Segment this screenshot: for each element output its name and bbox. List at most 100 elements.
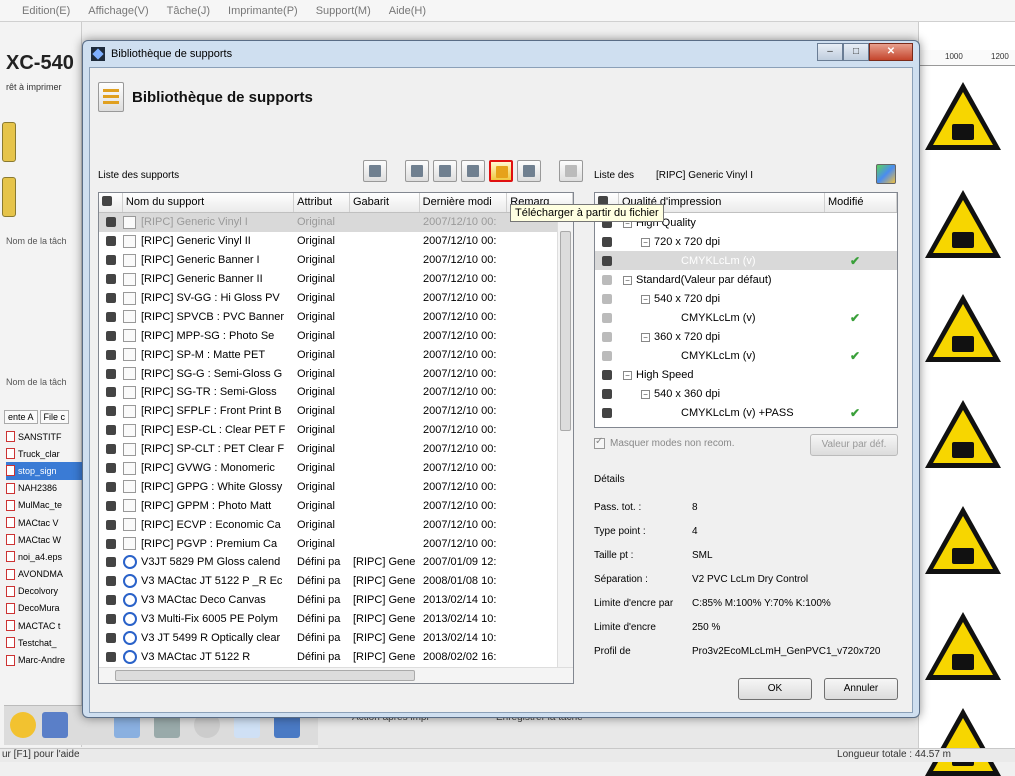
visibility-cell[interactable] — [99, 368, 123, 379]
tree-collapse-icon[interactable]: − — [641, 389, 650, 399]
visibility-cell[interactable] — [595, 388, 619, 399]
media-row[interactable]: [RIPC] ESP-CL : Clear PET F Original 2007/… — [99, 421, 573, 440]
file-list-item[interactable]: Marc-Andre — [6, 651, 82, 668]
visibility-cell[interactable] — [99, 255, 123, 266]
load-from-file-button[interactable] — [489, 160, 513, 182]
visibility-cell[interactable] — [99, 311, 123, 322]
file-list-item[interactable]: noi_a4.eps — [6, 548, 82, 565]
tab-job-file[interactable]: File c — [39, 410, 70, 424]
media-row[interactable]: [RIPC] Generic Banner I Original 2007/12/1… — [99, 251, 573, 270]
new-media-button[interactable] — [363, 160, 387, 182]
save-media-button[interactable] — [461, 160, 485, 182]
maximize-button[interactable]: □ — [843, 43, 869, 61]
file-list-item[interactable]: Testchat_ — [6, 634, 82, 651]
visibility-cell[interactable] — [595, 369, 619, 380]
column-header-attribute[interactable]: Attribut — [294, 193, 350, 212]
tab-job-a[interactable]: ente A — [4, 410, 38, 424]
column-header-last-modified[interactable]: Dernière modi — [420, 193, 508, 212]
tree-collapse-icon[interactable]: − — [623, 275, 632, 285]
visibility-cell[interactable] — [99, 538, 123, 549]
quality-row[interactable]: CMYKLcLm (v) ✔ — [595, 308, 897, 327]
visibility-cell[interactable] — [99, 463, 123, 474]
media-row[interactable]: [RIPC] SFPLF : Front Print B Original 2007… — [99, 402, 573, 421]
media-row[interactable]: V3JT 5829 PM Gloss calend Défini pa [RIPC]… — [99, 553, 573, 572]
media-row[interactable]: [RIPC] PGVP : Premium Ca Original 2007/12/… — [99, 534, 573, 553]
menu-item[interactable]: Imprimante(P) — [228, 5, 298, 17]
menu-item[interactable]: Support(M) — [316, 5, 371, 17]
media-row[interactable]: [RIPC] SG-G : Semi-Gloss G Original 2007/1… — [99, 364, 573, 383]
media-row[interactable]: [RIPC] GPPM : Photo Matt Original 2007/12/… — [99, 496, 573, 515]
close-button[interactable]: ✕ — [869, 43, 913, 61]
quality-row[interactable]: CMYKLcLm (v) +PASS ✔ — [595, 403, 897, 422]
delete-media-button[interactable] — [559, 160, 583, 182]
media-row[interactable]: [RIPC] MPP-SG : Photo Se Original 2007/12/… — [99, 326, 573, 345]
visibility-cell[interactable] — [595, 274, 619, 285]
visibility-cell[interactable] — [99, 500, 123, 511]
visibility-cell[interactable] — [99, 633, 123, 644]
ok-button[interactable]: OK — [738, 678, 812, 700]
visibility-cell[interactable] — [99, 425, 123, 436]
visibility-cell[interactable] — [99, 217, 123, 228]
media-row[interactable]: V3 MACtac JT 5122 R Défini pa [RIPC] Gene 2… — [99, 647, 573, 666]
checkbox[interactable] — [594, 436, 605, 449]
visibility-cell[interactable] — [99, 406, 123, 417]
file-list-item[interactable]: MACtac W — [6, 531, 82, 548]
visibility-cell[interactable] — [99, 387, 123, 398]
file-list-item[interactable]: stop_sign — [6, 462, 82, 480]
media-row[interactable]: [RIPC] SV-GG : Hi Gloss PV Original 2007/1… — [99, 289, 573, 308]
media-row[interactable]: V3 MACtac JT 5122 P _R Ec Défini pa [RIPC]… — [99, 572, 573, 591]
print-icon[interactable] — [42, 712, 68, 738]
visibility-cell[interactable] — [595, 331, 619, 342]
quality-row[interactable]: CMYKLcLm (v) ✔ — [595, 251, 897, 270]
tree-collapse-icon[interactable]: − — [623, 370, 632, 380]
media-row[interactable]: [RIPC] Generic Vinyl I Original 2007/12/10… — [99, 213, 573, 232]
edit-media-button[interactable] — [405, 160, 429, 182]
menu-item[interactable]: Tâche(J) — [167, 5, 210, 17]
visibility-cell[interactable] — [99, 481, 123, 492]
file-list-item[interactable]: DecoMura — [6, 600, 82, 617]
column-header-template[interactable]: Gabarit — [350, 193, 420, 212]
visibility-cell[interactable] — [595, 236, 619, 247]
media-row[interactable]: [RIPC] GPPG : White Glossy Original 2007/1… — [99, 477, 573, 496]
quality-row[interactable]: −360 x 720 dpi — [595, 327, 897, 346]
visibility-cell[interactable] — [99, 651, 123, 662]
visibility-cell[interactable] — [99, 330, 123, 341]
cancel-button[interactable]: Annuler — [824, 678, 898, 700]
visibility-cell[interactable] — [595, 350, 619, 361]
visibility-cell[interactable] — [99, 576, 123, 587]
media-row[interactable]: [RIPC] Generic Banner II Original 2007/12/… — [99, 270, 573, 289]
file-list-item[interactable]: MACtac V — [6, 514, 82, 531]
visibility-cell[interactable] — [99, 444, 123, 455]
file-list-item[interactable]: MulMac_te — [6, 497, 82, 514]
quality-row[interactable]: − Standard(Valeur par défaut) — [595, 270, 897, 289]
color-adjust-icon[interactable] — [876, 164, 896, 184]
copy-media-button[interactable] — [433, 160, 457, 182]
visibility-cell[interactable] — [595, 312, 619, 323]
visibility-cell[interactable] — [99, 557, 123, 568]
media-row[interactable]: [RIPC] Generic Vinyl II Original 2007/12/1… — [99, 232, 573, 251]
media-row[interactable]: V3 MACtac Deco Canvas Défini pa [RIPC] Gen… — [99, 591, 573, 610]
media-row[interactable]: [RIPC] SP-CLT : PET Clear F Original 2007/… — [99, 440, 573, 459]
visibility-cell[interactable] — [99, 274, 123, 285]
media-row[interactable]: [RIPC] GVWG : Monomeric Original 2007/12/1… — [99, 459, 573, 478]
file-list-item[interactable]: SANSTITF — [6, 428, 82, 445]
quality-row[interactable]: −540 x 720 dpi — [595, 289, 897, 308]
column-header-name[interactable]: Nom du support — [123, 193, 295, 212]
quality-row[interactable]: −720 x 720 dpi — [595, 232, 897, 251]
visibility-cell[interactable] — [595, 407, 619, 418]
export-media-button[interactable] — [517, 160, 541, 182]
horizontal-scrollbar[interactable] — [99, 667, 573, 683]
dialog-titlebar[interactable]: Bibliothèque de supports – □ ✕ — [83, 41, 919, 67]
media-row[interactable]: V3 Multi-Fix 6005 PE Polym Défini pa [RIPC… — [99, 610, 573, 629]
visibility-cell[interactable] — [99, 614, 123, 625]
menu-item[interactable]: Aide(H) — [389, 5, 426, 17]
file-list-item[interactable]: Truck_clar — [6, 445, 82, 462]
file-list-item[interactable]: AVONDMA — [6, 566, 82, 583]
visibility-cell[interactable] — [99, 595, 123, 606]
column-header-visibility[interactable] — [99, 193, 123, 212]
scroll-thumb[interactable] — [115, 670, 415, 681]
visibility-cell[interactable] — [595, 293, 619, 304]
visibility-cell[interactable] — [99, 519, 123, 530]
hide-non-recommended-toggle[interactable]: Masquer modes non recom. — [594, 436, 735, 449]
tree-collapse-icon[interactable]: − — [641, 237, 650, 247]
